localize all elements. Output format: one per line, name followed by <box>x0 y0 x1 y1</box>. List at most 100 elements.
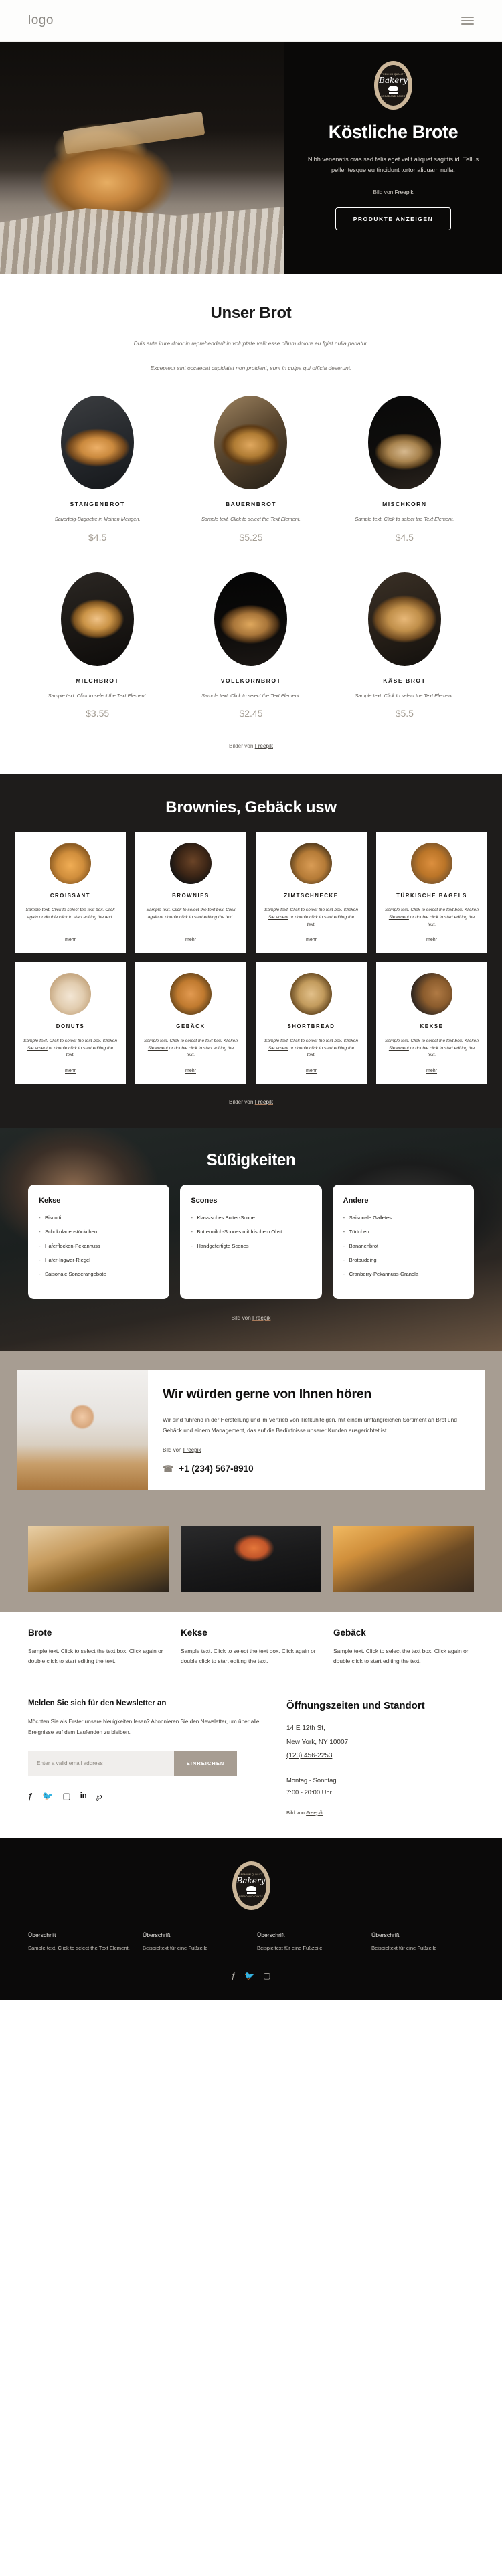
pinterest-icon[interactable]: ℘ <box>96 1792 102 1800</box>
pastry-name: TÜRKISCHE BAGELS <box>396 892 467 899</box>
sweets-credit-link[interactable]: Freepik <box>252 1315 270 1321</box>
opening-time: 7:00 - 20:00 Uhr <box>286 1788 332 1796</box>
product-name: STANGENBROT <box>70 501 125 508</box>
footer-column-title: Überschrift <box>143 1931 171 1938</box>
product-description: Sauerteig-Baguette in kleinen Mengen. <box>54 516 141 523</box>
pastry-name: GEBÄCK <box>176 1023 205 1030</box>
list-item: Schokoladenstückchen <box>39 1228 159 1235</box>
pastry-more-link[interactable]: mehr <box>264 938 359 942</box>
gallery-item-desc: Sample text. Click to select the text bo… <box>181 1647 316 1665</box>
gallery-item-title: Gebäck <box>333 1627 366 1638</box>
address-line-1[interactable]: 14 E 12th St, <box>286 1722 474 1736</box>
pastry-credit-prefix: Bilder von <box>229 1099 255 1106</box>
pastry-image <box>290 842 332 884</box>
instagram-icon[interactable]: ▢ <box>62 1792 70 1800</box>
pastry-more-link[interactable]: mehr <box>23 1069 118 1074</box>
pastry-more-link[interactable]: mehr <box>143 1069 238 1074</box>
hero-content: PREMIUM QUALITY Bakery BREAD AND CAKES K… <box>284 42 502 274</box>
twitter-icon[interactable]: 🐦 <box>244 1971 254 1980</box>
product-card[interactable]: MISCHKORN Sample text. Click to select t… <box>335 396 474 543</box>
footer-badge-bottom-text: BREAD AND CAKES <box>238 1895 264 1898</box>
pastry-more-link[interactable]: mehr <box>384 1069 479 1074</box>
newsletter-column: Melden Sie sich für den Newsletter an Mö… <box>28 1699 262 1816</box>
product-image <box>367 396 441 490</box>
pastry-description: Sample text. Click to select the text bo… <box>264 1038 359 1059</box>
hero-bread-image <box>0 42 284 274</box>
pastry-card[interactable]: CROISSANT Sample text. Click to select t… <box>15 831 126 954</box>
bread-credit-link[interactable]: Freepik <box>255 743 273 749</box>
product-description: Sample text. Click to select the Text El… <box>201 516 301 523</box>
pastry-description: Sample text. Click to select the text bo… <box>384 907 479 928</box>
product-card[interactable]: MILCHBROT Sample text. Click to select t… <box>28 572 167 719</box>
list-item: Cranberry-Pekannuss-Granola <box>343 1270 463 1278</box>
contact-credit-link[interactable]: Freepik <box>183 1447 201 1453</box>
pastry-image <box>411 973 452 1015</box>
lead-line-2: Excepteur sint occaecat cupidatat non pr… <box>150 364 352 371</box>
hero-credit-link[interactable]: Freepik <box>395 189 414 195</box>
list-item: Handgefertigte Scones <box>191 1242 311 1250</box>
facebook-icon[interactable]: ƒ <box>232 1971 236 1980</box>
pastry-card[interactable]: BROWNIES Sample text. Click to select th… <box>135 831 246 954</box>
baker-photo <box>17 1370 148 1490</box>
linkedin-icon[interactable]: in <box>80 1792 87 1800</box>
product-card[interactable]: STANGENBROT Sauerteig-Baguette in kleine… <box>28 396 167 543</box>
product-card[interactable]: KÄSE BROT Sample text. Click to select t… <box>335 572 474 719</box>
gallery-image <box>181 1525 321 1592</box>
twitter-icon[interactable]: 🐦 <box>42 1792 53 1800</box>
sweets-card-title: Kekse <box>39 1197 61 1205</box>
product-image <box>214 396 288 490</box>
address-line-2[interactable]: New York, NY 10007 <box>286 1736 474 1750</box>
contact-phone[interactable]: ☎ +1 (234) 567-8910 <box>163 1464 468 1474</box>
cupcake-icon <box>388 86 398 91</box>
view-products-button[interactable]: PRODUKTE ANZEIGEN <box>335 207 452 231</box>
product-price: $5.5 <box>395 707 414 719</box>
pastry-name: BROWNIES <box>172 892 210 899</box>
pastry-more-link[interactable]: mehr <box>384 938 479 942</box>
contact-phone-number: +1 (234) 567-8910 <box>179 1464 254 1474</box>
contact-card: Wir würden gerne von Ihnen hören Wir sin… <box>17 1370 485 1490</box>
lead-line-1: Duis aute irure dolor in reprehenderit i… <box>133 340 369 347</box>
pastry-image <box>50 842 91 884</box>
badge-base-bar <box>389 92 398 94</box>
pastry-more-link[interactable]: mehr <box>264 1069 359 1074</box>
pastry-card[interactable]: SHORTBREAD Sample text. Click to select … <box>256 962 367 1085</box>
bread-grid-row-2: MILCHBROT Sample text. Click to select t… <box>0 572 502 739</box>
hours-credit-link[interactable]: Freepik <box>306 1810 323 1816</box>
facebook-icon[interactable]: ƒ <box>28 1792 33 1800</box>
hero-subtitle: Nibh venenatis cras sed felis eget velit… <box>307 156 479 174</box>
pastry-card[interactable]: GEBÄCK Sample text. Click to select the … <box>135 962 246 1085</box>
pastry-card[interactable]: ZIMTSCHNECKE Sample text. Click to selec… <box>256 831 367 954</box>
pastry-image <box>170 842 212 884</box>
pastry-card[interactable]: DONUTS Sample text. Click to select the … <box>15 962 126 1085</box>
list-item: Klassisches Butter-Scone <box>191 1214 311 1221</box>
pastry-more-link[interactable]: mehr <box>143 938 238 942</box>
product-card[interactable]: BAUERNBROT Sample text. Click to select … <box>181 396 320 543</box>
gallery-item-title: Brote <box>28 1627 52 1638</box>
hamburger-icon[interactable] <box>461 17 474 25</box>
product-card[interactable]: VOLLKORNBROT Sample text. Click to selec… <box>181 572 320 719</box>
desc-b: or double click to start editing the tex… <box>47 1045 114 1058</box>
footer-column: Überschrift Sample text. Click to select… <box>28 1931 131 1952</box>
gallery-images <box>0 1509 502 1612</box>
product-description: Sample text. Click to select the Text El… <box>355 692 454 699</box>
desc-a: Sample text. Click to select the text bo… <box>25 908 115 920</box>
instagram-icon[interactable]: ▢ <box>263 1971 270 1980</box>
pastry-card[interactable]: TÜRKISCHE BAGELS Sample text. Click to s… <box>376 831 487 954</box>
desc-a: Sample text. Click to select the text bo… <box>384 908 465 913</box>
list-item: Törtchen <box>343 1228 463 1235</box>
address-block: 14 E 12th St, New York, NY 10007 (123) 4… <box>286 1722 474 1764</box>
product-name: VOLLKORNBROT <box>220 677 282 684</box>
product-image <box>367 572 441 666</box>
pastry-card[interactable]: KEKSE Sample text. Click to select the t… <box>376 962 487 1085</box>
pastry-credit-link[interactable]: Freepik <box>255 1099 273 1105</box>
site-logo[interactable]: logo <box>28 13 54 28</box>
gallery-captions: Brote Sample text. Click to select the t… <box>0 1611 502 1687</box>
pastry-title: Brownies, Gebäck usw <box>165 798 337 817</box>
email-input[interactable] <box>28 1751 174 1776</box>
opening-days: Montag - Sonntag <box>286 1776 337 1784</box>
location-phone[interactable]: (123) 456-2253 <box>286 1749 474 1764</box>
submit-button[interactable]: EINREICHEN <box>174 1751 237 1776</box>
pastry-more-link[interactable]: mehr <box>23 938 118 942</box>
gallery-image <box>333 1525 474 1592</box>
footer-column: Überschrift Beispieltext für eine Fußzei… <box>257 1931 359 1952</box>
